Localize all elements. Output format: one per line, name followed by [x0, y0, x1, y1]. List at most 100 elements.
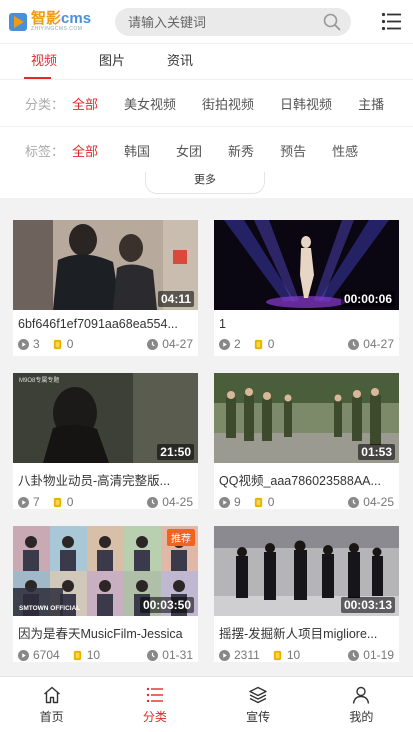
play-count-icon [18, 496, 29, 508]
video-thumbnail[interactable]: 04:11 [13, 220, 198, 310]
nav-category[interactable]: 分类 [103, 677, 206, 732]
clock-icon [147, 649, 159, 661]
site-logo[interactable]: 智影cms ZHIYINGCMS.COM [0, 0, 100, 44]
video-date: 04-27 [162, 337, 193, 351]
category-jk-video[interactable]: 日韩视频 [280, 94, 332, 113]
video-date: 01-31 [162, 648, 193, 662]
view-count: 3 [33, 337, 40, 351]
search-input[interactable] [128, 14, 319, 30]
thumbnail-caption: SMTOWN OFFICIAL [19, 605, 80, 612]
coin-icon [53, 339, 61, 349]
video-duration: 00:00:06 [340, 291, 395, 307]
tag-girl-group[interactable]: 女团 [176, 141, 202, 160]
nav-promo-label: 宣传 [246, 710, 271, 724]
video-card[interactable]: M9O8专属专题 21:50 八卦物业动员-高清完整版... 7 0 04-25 [13, 373, 198, 509]
video-card[interactable]: 00:00:06 1 2 0 04-27 [214, 220, 399, 356]
view-count: 2311 [234, 648, 260, 662]
nav-home[interactable]: 首页 [0, 677, 103, 732]
video-title[interactable]: 因为是春天MusicFilm-Jessica [13, 616, 198, 642]
layers-icon [249, 686, 267, 704]
category-beauty-video[interactable]: 美女视频 [124, 94, 176, 113]
play-count-icon [18, 649, 29, 661]
tag-label: 标签： [25, 143, 65, 159]
tag-trailer[interactable]: 预告 [280, 141, 306, 160]
clock-icon [348, 338, 360, 350]
video-title[interactable]: QQ视频_aaa786023588AA... [214, 463, 399, 489]
tag-sexy[interactable]: 性感 [332, 141, 358, 160]
view-count: 6704 [33, 648, 60, 662]
thumbnail-watermark: M9O8专属专题 [19, 376, 59, 384]
video-date: 04-25 [363, 495, 394, 509]
coin-count: 0 [267, 495, 275, 509]
video-meta: 6704 10 01-31 [13, 642, 198, 662]
video-date-wrap: 01-19 [348, 648, 394, 662]
video-thumbnail[interactable]: 00:00:06 [214, 220, 399, 310]
list-icon [146, 687, 163, 703]
filter-panel: 分类： 全部 美女视频 街拍视频 日韩视频 主播 标签： 全部 韩国 女团 新秀… [0, 80, 413, 198]
coin-icon [254, 497, 262, 507]
video-thumbnail[interactable]: 00:03:13 [214, 526, 399, 616]
video-meta: 3 0 04-27 [13, 331, 198, 351]
recommend-badge: 推荐 [167, 529, 195, 546]
tab-video[interactable]: 视频 [10, 44, 78, 79]
more-button[interactable]: 更多 [145, 172, 265, 194]
view-count: 2 [234, 337, 241, 351]
video-card[interactable]: SMTOWN OFFICIAL 推荐 00:03:50 因为是春天MusicFi… [13, 526, 198, 662]
category-streamer[interactable]: 主播 [358, 94, 384, 113]
tab-images[interactable]: 图片 [78, 44, 146, 79]
coin-icon [254, 339, 262, 349]
tag-newcomer[interactable]: 新秀 [228, 141, 254, 160]
search-icon[interactable] [319, 9, 345, 35]
play-count-icon [219, 496, 230, 508]
clock-icon [147, 338, 159, 350]
clock-icon [147, 496, 159, 508]
view-count: 7 [33, 495, 40, 509]
tab-news[interactable]: 资讯 [146, 44, 214, 79]
video-card[interactable]: 00:03:13 摇摆-发掘新人项目migliore... 2311 10 01… [214, 526, 399, 662]
video-date-wrap: 04-25 [348, 495, 394, 509]
category-filter-row: 分类： 全部 美女视频 街拍视频 日韩视频 主播 [0, 80, 413, 126]
video-date-wrap: 04-27 [147, 337, 193, 351]
video-date-wrap: 04-27 [348, 337, 394, 351]
video-title[interactable]: 八卦物业动员-高清完整版... [13, 463, 198, 489]
nav-mine[interactable]: 我的 [310, 677, 413, 732]
video-thumbnail[interactable]: 01:53 [214, 373, 399, 463]
video-date: 04-25 [162, 495, 193, 509]
video-title[interactable]: 6bf646f1ef7091aa68ea554... [13, 310, 198, 331]
tag-all[interactable]: 全部 [72, 141, 98, 160]
video-thumbnail[interactable]: SMTOWN OFFICIAL 推荐 00:03:50 [13, 526, 198, 616]
coin-count: 10 [86, 648, 101, 662]
video-card[interactable]: 01:53 QQ视频_aaa786023588AA... 9 0 04-25 [214, 373, 399, 509]
video-title[interactable]: 1 [214, 310, 399, 331]
video-duration: 01:53 [358, 444, 395, 460]
play-count-icon [219, 649, 230, 661]
video-date: 01-19 [363, 648, 394, 662]
video-duration: 04:11 [157, 291, 194, 307]
tag-korea[interactable]: 韩国 [124, 141, 150, 160]
play-count-icon [219, 338, 230, 350]
video-date: 04-27 [363, 337, 394, 351]
video-card[interactable]: 04:11 6bf646f1ef7091aa68ea554... 3 0 04-… [13, 220, 198, 356]
category-all[interactable]: 全部 [72, 94, 98, 113]
view-count: 9 [234, 495, 241, 509]
video-title[interactable]: 摇摆-发掘新人项目migliore... [214, 616, 399, 642]
nav-promo[interactable]: 宣传 [207, 677, 310, 732]
nav-home-label: 首页 [39, 710, 64, 724]
logo-text-en: cms [61, 10, 92, 27]
logo-text-cn: 智影 [31, 10, 62, 27]
video-duration: 00:03:13 [340, 597, 395, 613]
category-street-video[interactable]: 街拍视频 [202, 94, 254, 113]
clock-icon [348, 649, 360, 661]
user-icon [353, 686, 370, 704]
top-header: 智影cms ZHIYINGCMS.COM [0, 0, 413, 44]
video-meta: 2 0 04-27 [214, 331, 399, 351]
tag-filter-row: 标签： 全部 韩国 女团 新秀 预告 性感 [0, 127, 413, 173]
nav-category-label: 分类 [142, 710, 167, 724]
home-icon [43, 686, 60, 704]
video-thumbnail[interactable]: M9O8专属专题 21:50 [13, 373, 198, 463]
coin-count: 0 [267, 337, 275, 351]
category-label: 分类： [25, 96, 65, 112]
play-count-icon [18, 338, 29, 350]
video-meta: 2311 10 01-19 [214, 642, 399, 662]
menu-icon[interactable] [381, 11, 402, 32]
